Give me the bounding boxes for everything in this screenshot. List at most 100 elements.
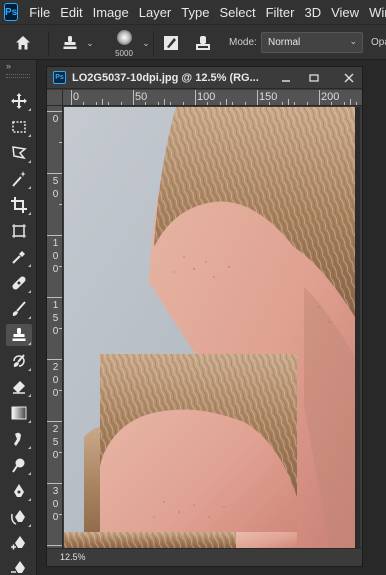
frame-tool[interactable] (6, 220, 32, 242)
tool-group-indicator (28, 186, 31, 189)
ruler-label: 0 (52, 114, 59, 125)
collapse-panel-button[interactable]: » (0, 60, 36, 72)
image-canvas[interactable] (64, 107, 360, 548)
clone-stamp-icon (63, 36, 77, 49)
eyedropper-tool[interactable] (6, 246, 32, 268)
bandage-icon (12, 276, 26, 290)
vertical-ruler[interactable]: 0 50 100 150 200 250 300 (47, 106, 63, 548)
pen-icon (14, 484, 24, 497)
add-anchor-point-tool[interactable] (6, 532, 32, 554)
rectangular-marquee-tool[interactable] (6, 116, 32, 138)
crop-tool[interactable] (6, 194, 32, 216)
maximize-icon (309, 74, 319, 82)
tool-preset-picker[interactable] (57, 25, 83, 61)
ruler-label: 50 (135, 91, 148, 103)
add-anchor-pen-icon (11, 536, 25, 550)
freeform-pen-tool[interactable] (6, 506, 32, 528)
tool-group-indicator (28, 342, 31, 345)
home-button[interactable] (6, 25, 40, 61)
magic-wand-icon (12, 171, 26, 187)
ruler-label: 200 (52, 362, 59, 399)
toggle-brush-settings-button[interactable] (158, 25, 184, 61)
ruler-label: 150 (259, 91, 278, 103)
marquee-icon (12, 121, 26, 133)
menu-edit[interactable]: Edit (55, 5, 87, 20)
maximize-button[interactable] (301, 67, 327, 89)
mode-label: Mode: (229, 37, 257, 48)
tool-group-indicator (28, 524, 31, 527)
tool-group-indicator (28, 498, 31, 501)
clone-source-icon (196, 36, 210, 50)
menu-3d[interactable]: 3D (299, 5, 326, 20)
menu-window[interactable]: Wind (364, 5, 386, 20)
gradient-icon (11, 406, 27, 420)
photoshop-logo[interactable]: Ps (4, 3, 19, 21)
dodge-tool[interactable] (6, 454, 32, 476)
menu-layer[interactable]: Layer (134, 5, 177, 20)
menu-image[interactable]: Image (88, 5, 134, 20)
brush-picker-chevron-icon[interactable]: ⌄ (140, 25, 152, 61)
ruler-label: 100 (52, 238, 59, 275)
tool-group-indicator (28, 420, 31, 423)
tool-group-indicator (28, 472, 31, 475)
curvature-pen-icon (11, 510, 25, 525)
clone-stamp-tool[interactable] (6, 324, 32, 346)
smudge-finger-icon (14, 432, 21, 446)
document-titlebar[interactable]: Ps LO2G5037-10dpi.jpg @ 12.5% (RG... (47, 67, 362, 89)
ruler-label: 150 (52, 300, 59, 337)
eraser-tool[interactable] (6, 376, 32, 398)
zoom-level[interactable]: 12.5% (60, 552, 86, 562)
horizontal-ruler[interactable]: 0 50 100 150 200 (63, 90, 362, 106)
menu-bar: Ps File Edit Image Layer Type Select Fil… (0, 0, 386, 24)
close-button[interactable] (336, 67, 362, 89)
tool-preset-chevron-icon[interactable]: ⌄ (83, 25, 97, 61)
close-icon (344, 73, 354, 83)
options-separator (153, 31, 154, 55)
document-title: LO2G5037-10dpi.jpg @ 12.5% (RG... (72, 71, 259, 84)
blend-mode-select[interactable]: Normal ⌄ (261, 32, 363, 53)
menu-type[interactable]: Type (176, 5, 214, 20)
opacity-label: Opa (371, 37, 386, 48)
eyedropper-icon (12, 251, 25, 264)
ruler-label: 250 (52, 424, 59, 461)
move-icon (11, 93, 27, 109)
options-bar: ⌄ 5000 ⌄ Mode: Normal ⌄ Opa (0, 24, 386, 60)
workspace-background (363, 60, 386, 575)
ruler-label: 50 (52, 176, 59, 200)
photo-composite (64, 107, 360, 548)
gradient-tool[interactable] (6, 402, 32, 424)
document-window: Ps LO2G5037-10dpi.jpg @ 12.5% (RG... 0 5… (46, 66, 363, 567)
toggle-clone-source-button[interactable] (190, 25, 216, 61)
brush-icon (12, 301, 26, 316)
menu-select[interactable]: Select (214, 5, 260, 20)
move-tool[interactable] (6, 90, 32, 112)
history-brush-tool[interactable] (6, 350, 32, 372)
options-separator (48, 31, 49, 55)
brush-tool[interactable] (6, 298, 32, 320)
pen-tool[interactable] (6, 480, 32, 502)
minimize-button[interactable] (273, 67, 299, 89)
menu-view[interactable]: View (326, 5, 364, 20)
tool-group-indicator (28, 160, 31, 163)
ruler-label: 100 (197, 91, 216, 103)
ruler-label: 0 (73, 91, 80, 103)
tool-group-indicator (28, 368, 31, 371)
ruler-origin[interactable] (47, 90, 63, 106)
ruler-label: 300 (52, 486, 59, 523)
healing-brush-tool[interactable] (6, 272, 32, 294)
history-brush-icon (13, 354, 25, 367)
panel-grip[interactable] (6, 74, 30, 78)
polygonal-lasso-icon (12, 146, 27, 160)
lasso-tool[interactable] (6, 142, 32, 164)
smudge-tool[interactable] (6, 428, 32, 450)
delete-anchor-point-tool[interactable] (6, 557, 32, 575)
ruler-label: 200 (321, 91, 340, 103)
crop-icon (11, 197, 27, 213)
magic-wand-tool[interactable] (6, 168, 32, 190)
menu-file[interactable]: File (24, 5, 55, 20)
tools-panel: » (0, 60, 37, 575)
menu-filter[interactable]: Filter (261, 5, 300, 20)
chevron-down-icon: ⌄ (349, 36, 357, 46)
tool-group-indicator (28, 108, 31, 111)
delete-anchor-pen-icon (11, 561, 25, 573)
